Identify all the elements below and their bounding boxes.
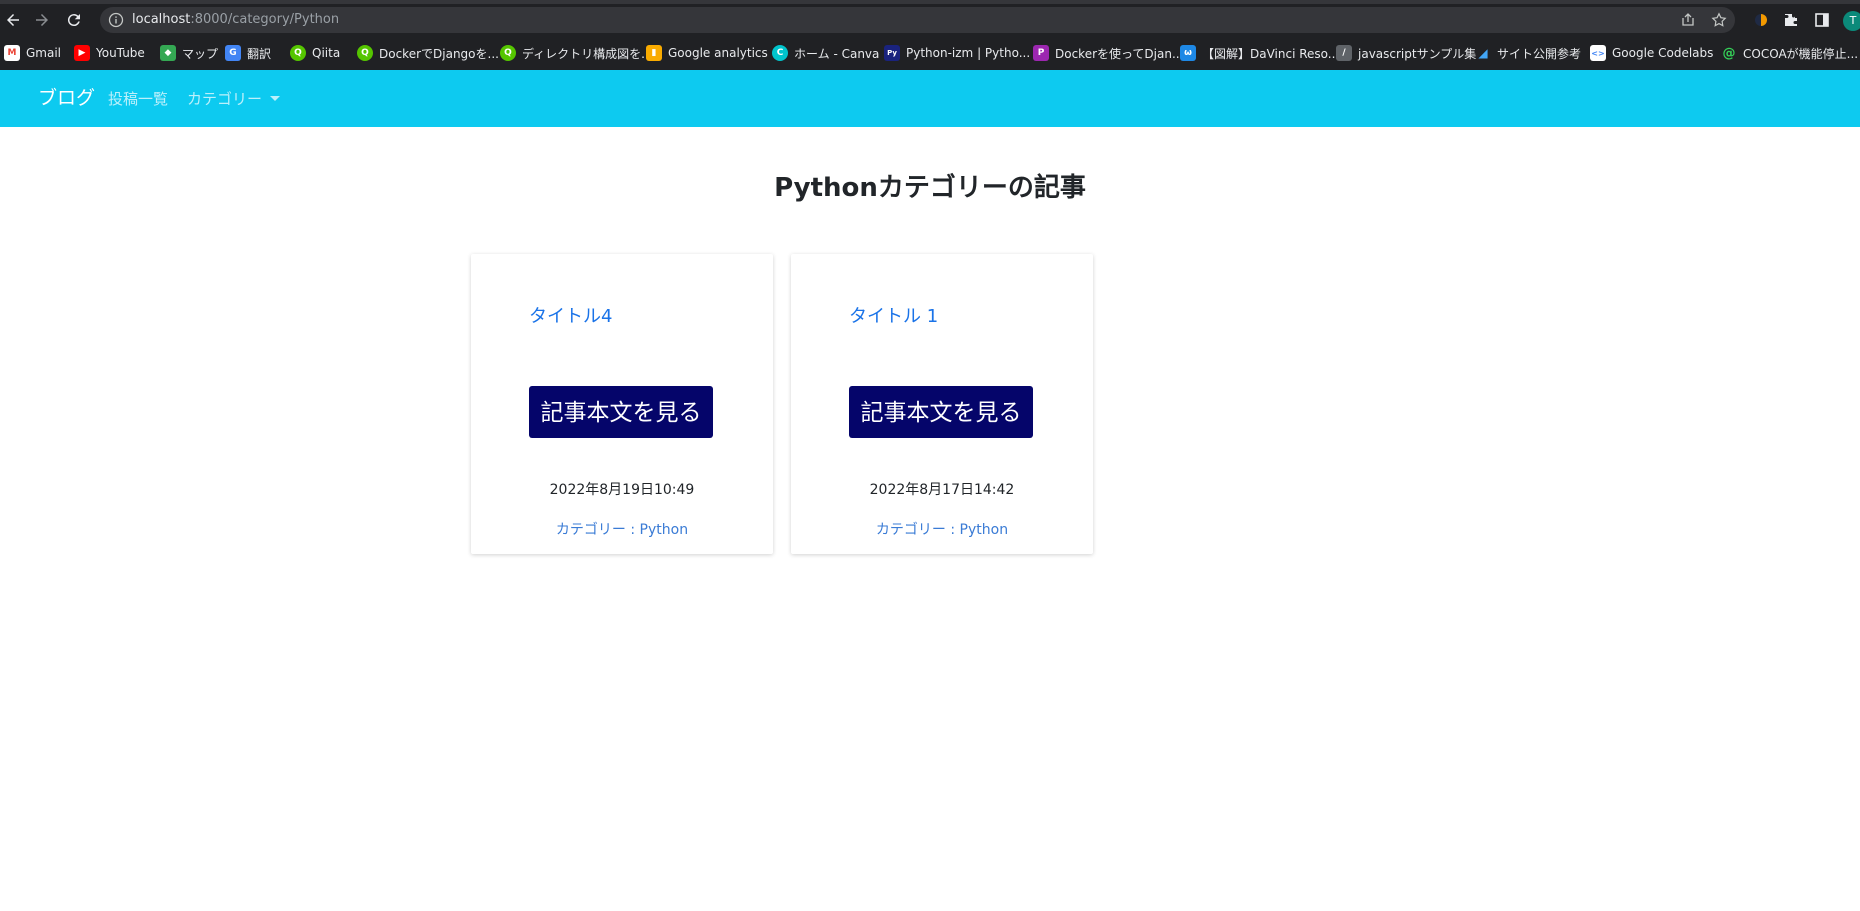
article-card: タイトル4 記事本文を見る 2022年8月19日10:49 カテゴリー : Py…	[471, 254, 773, 554]
maps-icon: ◆	[160, 45, 176, 61]
analytics-icon: ▮	[646, 45, 662, 61]
nav-category-label: カテゴリー	[187, 90, 263, 108]
docker-article-icon: P	[1033, 45, 1049, 61]
bookmark-15[interactable]: @ COCOAが機能停止...	[1721, 41, 1859, 65]
bookmark-8[interactable]: C ホーム - Canva	[772, 41, 879, 65]
translate-icon: G	[225, 45, 241, 61]
reload-button[interactable]	[61, 7, 87, 33]
python-izm-icon: Py	[884, 45, 900, 61]
article-title-link[interactable]: タイトル4	[529, 304, 612, 330]
bookmark-5[interactable]: Q DockerでDjangoを...	[357, 41, 499, 65]
article-title-link[interactable]: タイトル 1	[849, 304, 938, 330]
back-button[interactable]	[0, 7, 26, 33]
bookmark-14[interactable]: <> Google Codelabs	[1590, 41, 1713, 65]
puzzle-icon[interactable]	[1781, 10, 1801, 30]
article-date: 2022年8月17日14:42	[869, 482, 1015, 498]
bookmark-4[interactable]: Q Qiita	[290, 41, 340, 65]
side-panel-icon[interactable]	[1812, 10, 1832, 30]
browser-toolbar: localhost:8000/category/Python T	[0, 4, 1860, 36]
article-category-link[interactable]: カテゴリー : Python	[791, 520, 1093, 540]
bookmark-12[interactable]: / javascriptサンプル集	[1336, 41, 1476, 65]
arrow-left-icon	[7, 14, 19, 26]
qiita-icon: Q	[290, 45, 306, 61]
share-icon[interactable]	[1680, 12, 1696, 28]
bookmarks-bar: M Gmail ▶ YouTube ◆ マップ G 翻訳 Q Qiita Q Dockerで…	[0, 41, 1860, 65]
codelabs-icon: <>	[1590, 45, 1606, 61]
forward-button[interactable]	[29, 7, 55, 33]
qiita-icon: Q	[357, 45, 373, 61]
reload-icon	[67, 14, 80, 27]
caret-down-icon	[270, 96, 281, 101]
nav-category-dropdown[interactable]: カテゴリー	[187, 89, 281, 109]
extension-icon[interactable]	[1751, 10, 1771, 30]
davinci-icon: ω	[1180, 45, 1196, 61]
browser-chrome: localhost:8000/category/Python T M Gmail …	[0, 0, 1860, 70]
article-card: タイトル 1 記事本文を見る 2022年8月17日14:42 カテゴリー : P…	[791, 254, 1093, 554]
bookmark-9[interactable]: Py Python-izm | Pytho...	[884, 41, 1030, 65]
bookmark-7[interactable]: ▮ Google analytics	[646, 41, 768, 65]
bookmark-6[interactable]: Q ディレクトリ構成図を...	[500, 41, 653, 65]
bookmark-10[interactable]: P Dockerを使ってDjan...	[1033, 41, 1183, 65]
star-icon[interactable]	[1711, 12, 1727, 28]
bookmark-11[interactable]: ω 【図解】DaVinci Reso...	[1180, 41, 1339, 65]
canva-icon: C	[772, 45, 788, 61]
cocoa-icon: @	[1722, 45, 1736, 61]
nav-posts-link[interactable]: 投稿一覧	[108, 89, 168, 109]
youtube-icon: ▶	[74, 45, 90, 61]
site-navbar: ブログ 投稿一覧 カテゴリー	[0, 70, 1860, 127]
javascript-icon: /	[1336, 45, 1352, 61]
gmail-icon: M	[4, 45, 20, 61]
url-path: :8000/category/Python	[190, 12, 340, 27]
arrow-right-icon	[36, 14, 48, 26]
info-icon	[108, 12, 124, 28]
page-title: Pythonカテゴリーの記事	[774, 173, 1086, 203]
bookmark-3[interactable]: G 翻訳	[225, 41, 271, 65]
url-text: localhost:8000/category/Python	[132, 12, 339, 28]
read-article-button[interactable]: 記事本文を見る	[529, 386, 713, 438]
profile-avatar[interactable]: T	[1843, 11, 1860, 31]
address-bar[interactable]: localhost:8000/category/Python	[100, 7, 1735, 33]
bookmark-2[interactable]: ◆ マップ	[160, 41, 218, 65]
article-date: 2022年8月19日10:49	[549, 482, 695, 498]
bookmark-13[interactable]: ◢ サイト公開参考	[1475, 41, 1581, 65]
brand-link[interactable]: ブログ	[38, 86, 95, 110]
bookmark-0[interactable]: M Gmail	[4, 41, 61, 65]
site-icon: ◢	[1478, 46, 1488, 60]
qiita-icon: Q	[500, 45, 516, 61]
url-host: localhost	[132, 12, 191, 27]
article-category-link[interactable]: カテゴリー : Python	[471, 520, 773, 540]
bookmark-1[interactable]: ▶ YouTube	[74, 41, 145, 65]
read-article-button[interactable]: 記事本文を見る	[849, 386, 1033, 438]
